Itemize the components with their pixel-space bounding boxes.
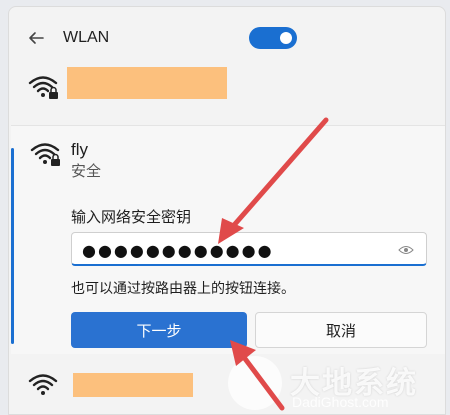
redacted-network-name bbox=[67, 67, 227, 99]
wifi-network-item[interactable] bbox=[9, 65, 445, 111]
wifi-lock-icon bbox=[30, 143, 60, 166]
redacted-network-name bbox=[73, 373, 193, 397]
toggle-knob bbox=[280, 32, 292, 44]
password-field[interactable] bbox=[71, 232, 427, 266]
wps-hint: 也可以通过按路由器上的按钮连接。 bbox=[71, 280, 295, 296]
watermark-url: DadiGhost.com bbox=[292, 394, 389, 410]
password-label: 输入网络安全密钥 bbox=[71, 209, 192, 226]
site-watermark: 大地系统 DadiGhost.com bbox=[228, 352, 450, 415]
network-item-expanded[interactable]: fly 安全 输入网络安全密钥 也可以通过按路由器上的按钮连接。 下一步 取消 bbox=[11, 125, 445, 354]
wifi-lock-icon bbox=[28, 76, 58, 99]
wifi-icon bbox=[28, 374, 58, 395]
network-name: fly bbox=[71, 140, 88, 159]
selection-indicator bbox=[11, 148, 14, 344]
network-status: 安全 bbox=[71, 163, 102, 180]
page-title: WLAN bbox=[63, 29, 110, 46]
next-button[interactable]: 下一步 bbox=[71, 312, 247, 348]
wlan-header: WLAN bbox=[9, 7, 445, 63]
cancel-button[interactable]: 取消 bbox=[255, 312, 427, 348]
back-arrow-icon[interactable] bbox=[27, 29, 45, 47]
watermark-logo bbox=[228, 356, 282, 410]
wlan-toggle[interactable] bbox=[249, 27, 297, 49]
show-password-icon[interactable] bbox=[398, 244, 414, 256]
password-input[interactable] bbox=[80, 237, 384, 263]
